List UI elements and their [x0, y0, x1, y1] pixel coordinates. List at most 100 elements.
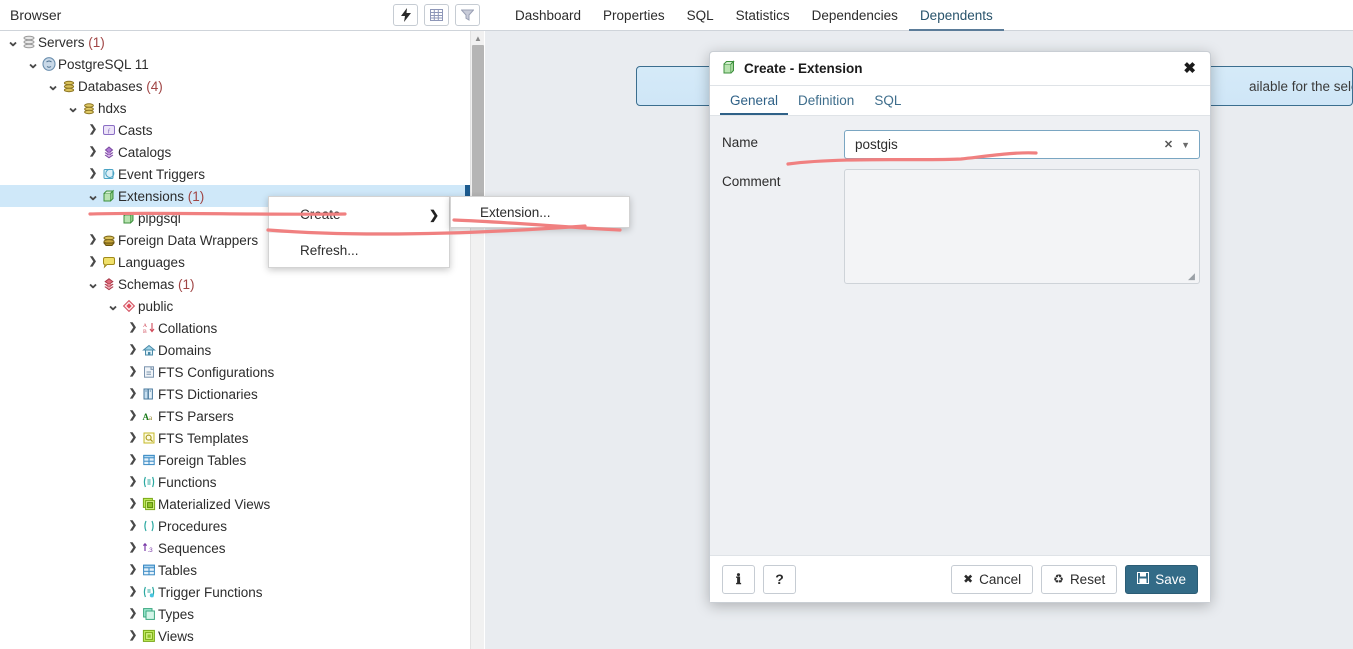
chevron-right-icon[interactable]: ❯: [86, 125, 100, 135]
tree-scrollbar[interactable]: ▲: [470, 31, 484, 649]
tree-item-fts-dictionaries[interactable]: ❯ FTS Dictionaries: [0, 383, 470, 405]
context-menu[interactable]: Create ❯ Refresh...: [268, 196, 450, 268]
nav-tab-dependencies[interactable]: Dependencies: [801, 0, 909, 31]
chevron-right-icon[interactable]: ❯: [126, 389, 140, 399]
chevron-right-icon[interactable]: ❯: [126, 433, 140, 443]
reset-button[interactable]: ♻ Reset: [1041, 564, 1118, 594]
info-button[interactable]: ℹ: [722, 564, 755, 594]
tree-item-procedures[interactable]: ❯ Procedures: [0, 515, 470, 537]
chevron-right-icon[interactable]: ❯: [126, 631, 140, 641]
tree-item-views[interactable]: ❯ Views: [0, 625, 470, 647]
svg-text:a: a: [149, 414, 153, 422]
context-submenu-item-extension[interactable]: Extension...: [451, 197, 629, 227]
tree-item-casts[interactable]: ❯ ƒ Casts: [0, 119, 470, 141]
nav-tab-dependents[interactable]: Dependents: [908, 0, 1004, 31]
name-field-label: Name: [722, 135, 759, 150]
chevron-right-icon[interactable]: ❯: [86, 257, 100, 267]
browser-tree[interactable]: ⌄ Servers (1) ⌄ PostgreSQL 11 ⌄ Databases (4)…: [0, 31, 470, 649]
chevron-down-icon[interactable]: ▼: [1181, 140, 1199, 150]
dialog-tab-general[interactable]: General: [720, 86, 789, 115]
svg-text:.3: .3: [147, 547, 153, 554]
create-extension-dialog[interactable]: Create - Extension ✖ General Definition SQ…: [709, 51, 1211, 603]
foreign-data-wrappers-icon: [100, 233, 118, 247]
chevron-right-icon[interactable]: ❯: [126, 609, 140, 619]
resize-handle-icon[interactable]: ◢: [1188, 272, 1198, 282]
comment-textarea[interactable]: ◢: [844, 169, 1200, 284]
chevron-right-icon[interactable]: ❯: [126, 587, 140, 597]
view-data-button[interactable]: [424, 4, 449, 26]
postgresql-icon: [40, 57, 58, 71]
tree-item-label: Event Triggers: [118, 166, 206, 182]
tree-item-domains[interactable]: ❯ Domains: [0, 339, 470, 361]
chevron-down-icon[interactable]: ⌄: [86, 276, 100, 291]
context-menu-item-refresh[interactable]: Refresh...: [269, 232, 449, 267]
tree-item-foreign-tables[interactable]: ❯ Foreign Tables: [0, 449, 470, 471]
save-button[interactable]: Save: [1125, 564, 1198, 594]
name-input[interactable]: postgis: [855, 137, 1156, 152]
cancel-button[interactable]: ✖ Cancel: [951, 564, 1034, 594]
tree-item-catalogs[interactable]: ❯ Catalogs: [0, 141, 470, 163]
tree-item-sequences[interactable]: ❯ .3 Sequences: [0, 537, 470, 559]
dependents-info-text: ailable for the selected o: [1249, 78, 1352, 94]
chevron-down-icon[interactable]: ⌄: [66, 100, 80, 115]
save-disk-icon: [1137, 572, 1150, 586]
tree-item-fts-configurations[interactable]: ❯ FTS Configurations: [0, 361, 470, 383]
tree-item-event-triggers[interactable]: ❯ Event Triggers: [0, 163, 470, 185]
chevron-right-icon[interactable]: ❯: [126, 565, 140, 575]
tree-item-public[interactable]: ⌄ public: [0, 295, 470, 317]
tree-item-functions[interactable]: ❯ Functions: [0, 471, 470, 493]
nav-tab-statistics[interactable]: Statistics: [725, 0, 801, 31]
tree-scrollbar-thumb[interactable]: [472, 45, 484, 205]
tree-item-materialized-views[interactable]: ❯ Materialized Views: [0, 493, 470, 515]
tree-item-databases-4[interactable]: ⌄ Databases (4): [0, 75, 470, 97]
query-tool-button[interactable]: [393, 4, 418, 26]
chevron-right-icon[interactable]: ❯: [86, 147, 100, 157]
fts-templates-icon: [140, 431, 158, 445]
chevron-right-icon[interactable]: ❯: [86, 235, 100, 245]
close-icon[interactable]: ✖: [1179, 59, 1200, 78]
tree-item-label: PostgreSQL 11: [58, 56, 149, 72]
chevron-down-icon[interactable]: ⌄: [46, 78, 60, 93]
toolbar-buttons: [393, 4, 480, 26]
tree-item-trigger-functions[interactable]: ❯ Trigger Functions: [0, 581, 470, 603]
schema-icon: [120, 299, 138, 313]
chevron-down-icon[interactable]: ⌄: [86, 188, 100, 203]
nav-tab-dashboard[interactable]: Dashboard: [504, 0, 592, 31]
chevron-right-icon[interactable]: ❯: [126, 367, 140, 377]
tree-item-schemas-1[interactable]: ⌄ Schemas (1): [0, 273, 470, 295]
chevron-right-icon[interactable]: ❯: [126, 477, 140, 487]
scroll-up-arrow[interactable]: ▲: [471, 31, 485, 45]
name-select[interactable]: postgis ✕ ▼: [844, 130, 1200, 159]
tree-item-servers-1[interactable]: ⌄ Servers (1): [0, 31, 470, 53]
nav-tab-properties[interactable]: Properties: [592, 0, 676, 31]
chevron-right-icon[interactable]: ❯: [126, 499, 140, 509]
chevron-right-icon[interactable]: ❯: [126, 521, 140, 531]
tree-item-collations[interactable]: ❯ A B Collations: [0, 317, 470, 339]
clear-icon[interactable]: ✕: [1156, 138, 1181, 151]
context-menu-item-create[interactable]: Create ❯: [269, 197, 449, 232]
chevron-right-icon[interactable]: ❯: [86, 169, 100, 179]
chevron-down-icon[interactable]: ⌄: [26, 56, 40, 71]
chevron-right-icon[interactable]: ❯: [126, 455, 140, 465]
context-submenu-item-label: Extension...: [480, 204, 551, 220]
chevron-right-icon[interactable]: ❯: [126, 345, 140, 355]
help-button[interactable]: ?: [763, 564, 796, 594]
dialog-tab-definition[interactable]: Definition: [788, 86, 864, 115]
tree-item-tables[interactable]: ❯ Tables: [0, 559, 470, 581]
chevron-right-icon: ❯: [428, 207, 439, 222]
dialog-tab-sql[interactable]: SQL: [864, 86, 911, 115]
chevron-down-icon[interactable]: ⌄: [106, 298, 120, 313]
tree-item-label: FTS Parsers: [158, 408, 234, 424]
nav-tab-sql[interactable]: SQL: [676, 0, 725, 31]
chevron-down-icon[interactable]: ⌄: [6, 34, 20, 49]
tree-item-types[interactable]: ❯ Types: [0, 603, 470, 625]
chevron-right-icon[interactable]: ❯: [126, 543, 140, 553]
filter-button[interactable]: [455, 4, 480, 26]
tree-item-fts-templates[interactable]: ❯ FTS Templates: [0, 427, 470, 449]
tree-item-hdxs[interactable]: ⌄ hdxs: [0, 97, 470, 119]
chevron-right-icon[interactable]: ❯: [126, 411, 140, 421]
tree-item-postgresql-11[interactable]: ⌄ PostgreSQL 11: [0, 53, 470, 75]
context-submenu[interactable]: Extension...: [450, 196, 630, 228]
chevron-right-icon[interactable]: ❯: [126, 323, 140, 333]
tree-item-fts-parsers[interactable]: ❯ Aa FTS Parsers: [0, 405, 470, 427]
